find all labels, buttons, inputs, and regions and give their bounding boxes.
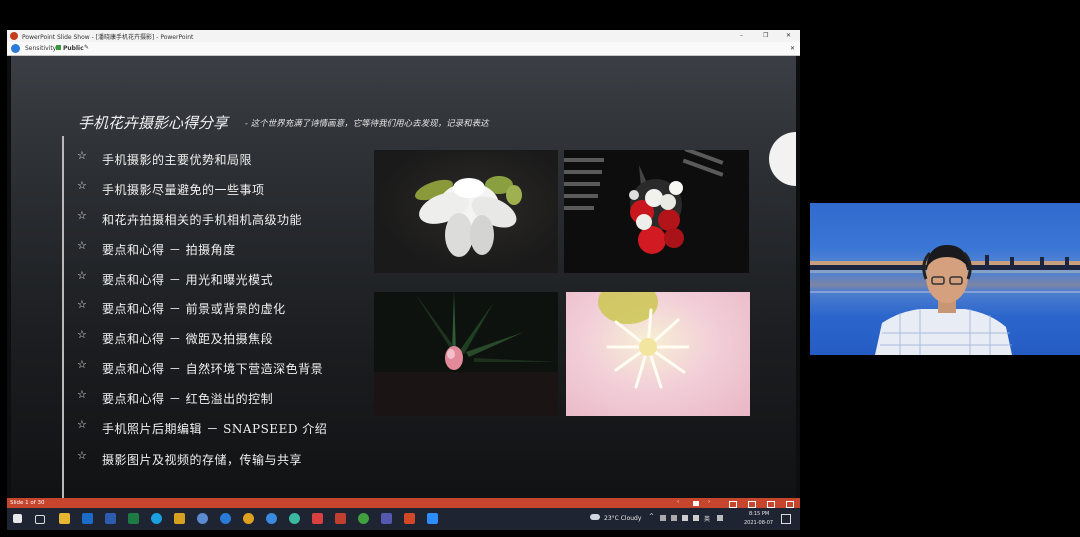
bullet-item: 和花卉拍摄相关的手机相机高级功能 [102, 213, 303, 227]
bullet-star-icon: ☆ [77, 328, 87, 341]
ie-icon[interactable] [266, 513, 277, 524]
restore-button[interactable]: ❐ [763, 32, 768, 39]
ime-icon[interactable]: 英 [704, 514, 710, 523]
volume-icon[interactable] [693, 515, 699, 521]
chrome-icon[interactable] [243, 513, 254, 524]
excel-icon[interactable] [128, 513, 139, 524]
app-icon-2[interactable] [197, 513, 208, 524]
powerpoint-app-icon [10, 32, 18, 40]
photo-red-bouquet [564, 150, 749, 273]
cloud-icon [590, 514, 600, 520]
sensitivity-icon [11, 44, 20, 53]
sensitivity-bar: Sensitivity: Public ✎ ✕ [7, 42, 800, 56]
bullet-item: 要点和心得 － 微距及拍摄焦段 [102, 332, 274, 346]
file-explorer-icon[interactable] [59, 513, 70, 524]
bullet-star-icon: ☆ [77, 239, 87, 252]
bullet-item: 要点和心得 － 红色溢出的控制 [102, 392, 274, 406]
zoom-icon[interactable] [427, 513, 438, 524]
windows-taskbar: 23°C Cloudy ^ 英 8:15 PM 2021-08-07 [7, 508, 800, 530]
minimize-button[interactable]: – [740, 32, 743, 39]
slide-title: 手机花卉摄影心得分享 [78, 114, 229, 132]
tray-icon-3[interactable] [717, 515, 723, 521]
bullet-item: 手机摄影的主要优势和局限 [102, 153, 253, 167]
photo-pink-bud [374, 292, 558, 416]
app-icon[interactable] [174, 513, 185, 524]
photo-white-flower [374, 150, 558, 273]
next-slide-button[interactable] [769, 132, 796, 186]
tray-icon-1[interactable] [660, 515, 666, 521]
public-badge-icon [56, 45, 61, 50]
bullet-item: 要点和心得 － 拍摄角度 [102, 243, 236, 257]
decorative-line [62, 136, 64, 498]
bullet-item: 要点和心得 － 自然环境下营造深色背景 [102, 362, 324, 376]
bullet-star-icon: ☆ [77, 298, 87, 311]
sorter-view-icon[interactable] [748, 501, 756, 508]
bullet-star-icon: ☆ [77, 358, 87, 371]
bullet-item: 手机照片后期编辑 － SNAPSEED 介绍 [102, 422, 328, 436]
sensitivity-close-button[interactable]: ✕ [790, 45, 795, 52]
powerpoint-window: PowerPoint Slide Show - [潘晓康手机花卉摄影] - Po… [7, 30, 800, 530]
bullet-item: 要点和心得 － 前景或背景的虚化 [102, 302, 286, 316]
presenter-video [810, 203, 1080, 355]
slide-indicator: Slide 1 of 30 [10, 500, 45, 506]
sensitivity-label: Sensitivity: [25, 45, 58, 52]
prev-slide-icon[interactable]: ‹ [677, 499, 679, 505]
bullet-item: 摄影图片及视频的存储，传输与共享 [102, 453, 303, 467]
bullet-star-icon: ☆ [77, 269, 87, 282]
clock-time[interactable]: 8:15 PM [749, 511, 769, 517]
network-icon[interactable] [682, 515, 688, 521]
clock-date[interactable]: 2021-08-07 [744, 520, 773, 526]
windows-start-icon[interactable] [13, 514, 22, 523]
notification-icon[interactable] [781, 514, 791, 524]
window-title: PowerPoint Slide Show - [潘晓康手机花卉摄影] - Po… [22, 34, 194, 41]
bullet-item: 手机摄影尽量避免的一些事项 [102, 183, 265, 197]
close-button[interactable]: ✕ [786, 32, 791, 39]
edge-icon[interactable] [220, 513, 231, 524]
browser-icon[interactable] [289, 513, 300, 524]
app-icon-4[interactable] [358, 513, 369, 524]
weather-text[interactable]: 23°C Cloudy [604, 515, 641, 522]
edit-pencil-icon[interactable]: ✎ [84, 44, 89, 51]
bullet-star-icon: ☆ [77, 149, 87, 162]
bullet-star-icon: ☆ [77, 209, 87, 222]
task-view-icon[interactable] [35, 515, 45, 524]
store-icon[interactable] [312, 513, 323, 524]
skype-icon[interactable] [151, 513, 162, 524]
bullet-item: 要点和心得 － 用光和曝光模式 [102, 273, 274, 287]
bullet-star-icon: ☆ [77, 179, 87, 192]
status-bar: Slide 1 of 30 ‹ › [7, 498, 800, 508]
app-icon-3[interactable] [335, 513, 346, 524]
photo-pink-macro [566, 292, 750, 416]
next-slide-icon[interactable]: › [708, 499, 710, 505]
slideshow-view-icon[interactable] [786, 501, 794, 508]
tray-icon-2[interactable] [671, 515, 677, 521]
tray-chevron-icon[interactable]: ^ [649, 513, 654, 520]
slide-subtitle: - 这个世界充满了诗情画意，它等待我们用心去发现，记录和表达 [245, 119, 489, 129]
reading-view-icon[interactable] [767, 501, 775, 508]
slide[interactable]: 手机花卉摄影心得分享 - 这个世界充满了诗情画意，它等待我们用心去发现，记录和表… [11, 56, 796, 498]
normal-view-icon[interactable] [729, 501, 737, 508]
slide-area: 手机花卉摄影心得分享 - 这个世界充满了诗情画意，它等待我们用心去发现，记录和表… [7, 56, 800, 498]
sensitivity-value[interactable]: Public [63, 45, 84, 52]
bullet-star-icon: ☆ [77, 388, 87, 401]
outlook-icon[interactable] [82, 513, 93, 524]
slide-menu-icon[interactable] [693, 501, 699, 506]
bullet-star-icon: ☆ [77, 418, 87, 431]
powerpoint-taskbar-icon[interactable] [404, 513, 415, 524]
bullet-star-icon: ☆ [77, 449, 87, 462]
word-icon[interactable] [105, 513, 116, 524]
teams-icon[interactable] [381, 513, 392, 524]
